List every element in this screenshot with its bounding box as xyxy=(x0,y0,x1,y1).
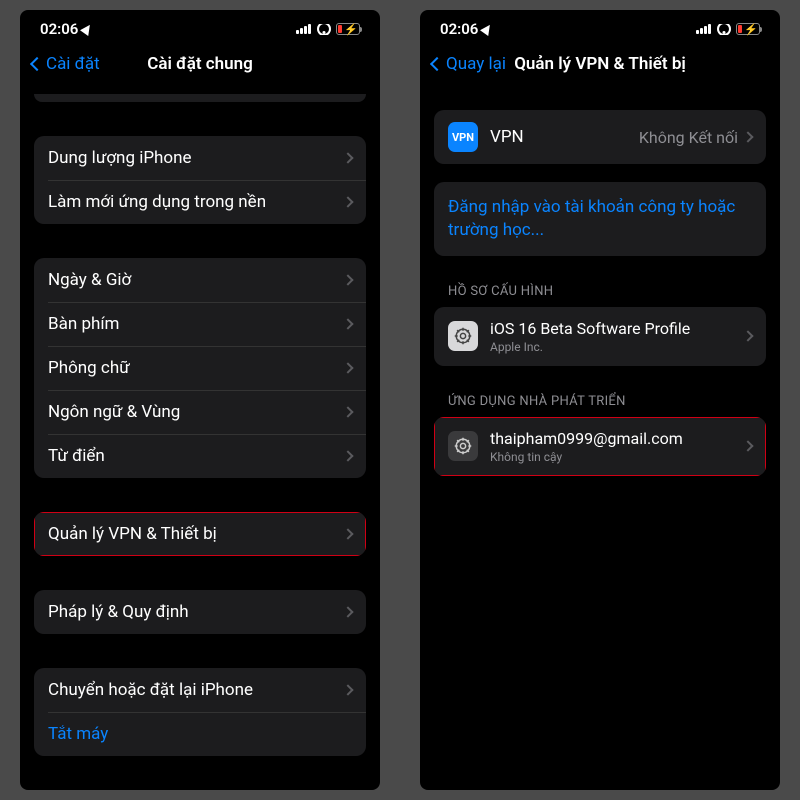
profile-icon xyxy=(448,321,478,351)
back-button[interactable]: Cài đặt xyxy=(28,54,100,74)
developer-trust-status: Không tin cậy xyxy=(490,450,744,464)
row-label: Chuyển hoặc đặt lại iPhone xyxy=(48,680,344,700)
nav-bar: Cài đặt Cài đặt chung xyxy=(20,44,380,88)
row-config-profile[interactable]: iOS 16 Beta Software Profile Apple Inc. xyxy=(434,307,766,366)
group-profiles: iOS 16 Beta Software Profile Apple Inc. xyxy=(434,307,766,366)
row-keyboard[interactable]: Bàn phím xyxy=(34,302,366,346)
section-header-profiles: HỒ SƠ CẤU HÌNH xyxy=(448,284,752,299)
group-vpn: VPN VPN Không Kết nối xyxy=(434,110,766,164)
row-transfer-reset[interactable]: Chuyển hoặc đặt lại iPhone xyxy=(34,668,366,712)
chevron-right-icon xyxy=(342,406,353,417)
chevron-right-icon xyxy=(342,274,353,285)
vpn-icon: VPN xyxy=(448,122,478,152)
row-vpn[interactable]: VPN VPN Không Kết nối xyxy=(434,110,766,164)
row-label: Tắt máy xyxy=(48,724,352,744)
cellular-icon xyxy=(696,24,711,34)
chevron-left-icon xyxy=(430,57,444,71)
row-developer-app[interactable]: thaipham0999@gmail.com Không tin cậy xyxy=(434,417,766,476)
row-label: Quản lý VPN & Thiết bị xyxy=(48,524,344,544)
chevron-right-icon xyxy=(342,528,353,539)
cellular-icon xyxy=(296,24,311,34)
profile-publisher: Apple Inc. xyxy=(490,340,744,354)
group-truncated xyxy=(34,94,366,102)
battery-icon: ⚡ xyxy=(336,23,360,35)
profile-name: iOS 16 Beta Software Profile xyxy=(490,319,744,338)
vpn-status: Không Kết nối xyxy=(639,128,738,147)
location-icon xyxy=(480,22,494,36)
group-signin: Đăng nhập vào tài khoản công ty hoặc trư… xyxy=(434,182,766,256)
gear-icon xyxy=(454,327,472,345)
row-label: Ngày & Giờ xyxy=(48,270,344,290)
row-dictionary[interactable]: Từ điển xyxy=(34,434,366,478)
chevron-right-icon xyxy=(742,441,753,452)
row-label: Làm mới ứng dụng trong nền xyxy=(48,192,344,212)
screen-general-settings: 02:06 ⚡ Cài đặt Cài đặt chung Dung lượng… xyxy=(20,10,380,790)
wifi-icon xyxy=(716,24,731,35)
back-button[interactable]: Quay lại xyxy=(428,54,506,74)
gear-icon xyxy=(454,437,472,455)
location-icon xyxy=(80,22,94,36)
row-label: Đăng nhập vào tài khoản công ty hoặc trư… xyxy=(448,196,752,242)
chevron-right-icon xyxy=(342,606,353,617)
row-shutdown[interactable]: Tắt máy xyxy=(34,712,366,756)
screen-vpn-device-management: 02:06 ⚡ Quay lại Quản lý VPN & Thiết bị … xyxy=(420,10,780,790)
row-label: Dung lượng iPhone xyxy=(48,148,344,168)
chevron-right-icon xyxy=(742,131,753,142)
row-date-time[interactable]: Ngày & Giờ xyxy=(34,258,366,302)
status-time: 02:06 xyxy=(440,20,478,38)
row-legal[interactable]: Pháp lý & Quy định xyxy=(34,590,366,634)
row-iphone-storage[interactable]: Dung lượng iPhone xyxy=(34,136,366,180)
row-vpn-device-management[interactable]: Quản lý VPN & Thiết bị xyxy=(34,512,366,556)
row-label: Bàn phím xyxy=(48,314,344,334)
back-label: Cài đặt xyxy=(46,54,100,74)
developer-email: thaipham0999@gmail.com xyxy=(490,429,744,448)
nav-bar: Quay lại Quản lý VPN & Thiết bị xyxy=(420,44,780,88)
group-developer-apps: thaipham0999@gmail.com Không tin cậy xyxy=(434,417,766,476)
row-label: Phông chữ xyxy=(48,358,344,378)
chevron-right-icon xyxy=(742,331,753,342)
developer-icon xyxy=(448,431,478,461)
group-vpn-device: Quản lý VPN & Thiết bị xyxy=(34,512,366,556)
status-bar: 02:06 ⚡ xyxy=(420,10,780,44)
row-label: Ngôn ngữ & Vùng xyxy=(48,402,344,422)
row-signin-work-school[interactable]: Đăng nhập vào tài khoản công ty hoặc trư… xyxy=(434,182,766,256)
chevron-left-icon xyxy=(30,57,44,71)
row-language-region[interactable]: Ngôn ngữ & Vùng xyxy=(34,390,366,434)
row-label: VPN xyxy=(490,127,639,147)
battery-icon: ⚡ xyxy=(736,23,760,35)
group-legal: Pháp lý & Quy định xyxy=(34,590,366,634)
group-storage: Dung lượng iPhone Làm mới ứng dụng trong… xyxy=(34,136,366,224)
row-background-refresh[interactable]: Làm mới ứng dụng trong nền xyxy=(34,180,366,224)
row-label: Từ điển xyxy=(48,446,344,466)
chevron-right-icon xyxy=(342,362,353,373)
chevron-right-icon xyxy=(342,152,353,163)
group-time-keyboard: Ngày & Giờ Bàn phím Phông chữ Ngôn ngữ &… xyxy=(34,258,366,478)
row-label: Pháp lý & Quy định xyxy=(48,602,344,622)
status-time: 02:06 xyxy=(40,20,78,38)
chevron-right-icon xyxy=(342,450,353,461)
chevron-right-icon xyxy=(342,684,353,695)
back-label: Quay lại xyxy=(446,54,506,74)
wifi-icon xyxy=(316,24,331,35)
group-reset: Chuyển hoặc đặt lại iPhone Tắt máy xyxy=(34,668,366,756)
row-fonts[interactable]: Phông chữ xyxy=(34,346,366,390)
chevron-right-icon xyxy=(342,196,353,207)
row-truncated xyxy=(34,94,366,102)
status-bar: 02:06 ⚡ xyxy=(20,10,380,44)
chevron-right-icon xyxy=(342,318,353,329)
section-header-developer: ỨNG DỤNG NHÀ PHÁT TRIỂN xyxy=(448,394,752,409)
